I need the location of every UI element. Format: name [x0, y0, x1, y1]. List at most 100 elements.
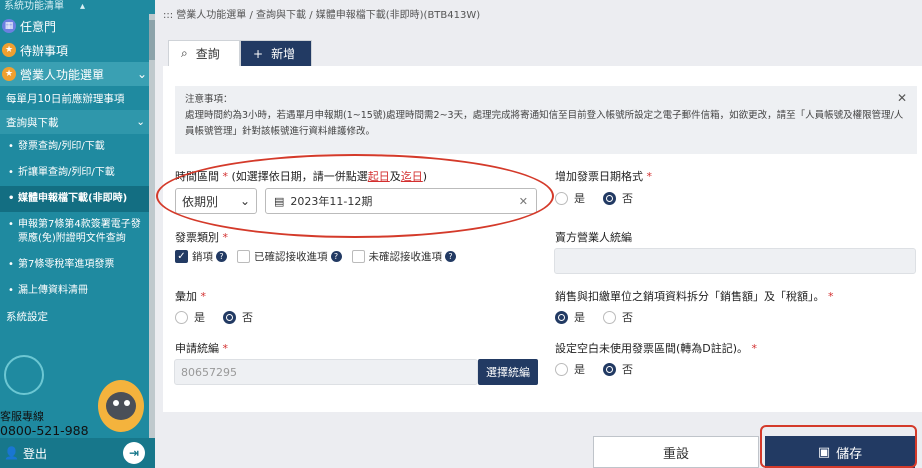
required-mark: *	[219, 342, 228, 355]
mascot-eye	[113, 400, 119, 406]
radio-label: 是	[574, 311, 585, 324]
logout-icon[interactable]: ⇥	[123, 442, 145, 464]
tab-bar: ⌕ 查詢 + 新增	[168, 40, 312, 66]
radio-label: 否	[622, 192, 633, 205]
star-icon: ★	[2, 67, 16, 81]
sidebar-leaf-missing-upload[interactable]: 漏上傳資料清冊	[0, 278, 155, 304]
stack-label: 彙加	[175, 290, 197, 303]
collapse-icon[interactable]: ▴	[80, 0, 85, 14]
help-icon[interactable]: ?	[216, 251, 227, 262]
sidebar-sub-label: 系統設定	[6, 310, 48, 323]
sidebar-leaf-media-file[interactable]: 媒體申報檔下載(非即時)	[0, 186, 155, 212]
hotline: 客服專線 0800-521-988	[0, 410, 89, 438]
highlight-outline	[760, 425, 917, 468]
blank-label: 設定空白未使用發票區間(轉為D註記)。	[555, 342, 749, 355]
unconfirmed-checkbox[interactable]	[351, 250, 365, 263]
split-no-radio[interactable]	[603, 310, 616, 324]
required-mark: *	[197, 290, 206, 303]
blank-yes-radio[interactable]	[555, 362, 568, 376]
invoice-type-label-row: 發票類別 *	[175, 229, 228, 245]
sidebar-sub-monthly[interactable]: 每單月10日前應辦理事項	[0, 86, 155, 110]
split-label-row: 銷售與扣繳單位之銷項資料拆分「銷售額」及「稅額」。 *	[555, 288, 834, 304]
apply-id-label: 申請統編	[175, 342, 219, 355]
sidebar: 系統功能清單 ▴ ▦ 任意門 ★ 待辦事項 ★ 營業人功能選單 ⌄ 每單月10日…	[0, 0, 155, 468]
sidebar-item-label: 任意門	[20, 19, 57, 34]
sidebar-section-label: 營業人功能選單	[20, 67, 105, 82]
add-date-label-row: 增加發票日期格式 *	[555, 168, 652, 184]
logout-label: 登出	[22, 446, 47, 461]
checkbox-label: 已確認接收進項	[254, 251, 328, 263]
radio-label: 是	[574, 192, 585, 205]
mascot-face	[106, 392, 136, 420]
sidebar-sub-query-download[interactable]: 查詢與下載 ⌄	[0, 110, 155, 134]
close-icon[interactable]: ✕	[897, 90, 907, 106]
add-date-label: 增加發票日期格式	[555, 170, 643, 183]
stack-no-radio[interactable]	[223, 310, 236, 324]
split-radio-group: 是 否	[555, 309, 633, 325]
hotline-number: 0800-521-988	[0, 423, 89, 438]
sidebar-leaf-article7[interactable]: 申報第7條第4款簽署電子發票應(免)附證明文件查詢	[0, 212, 155, 252]
chevron-down-icon: ⌄	[136, 116, 145, 128]
sidebar-item-anywhere[interactable]: ▦ 任意門	[0, 14, 155, 38]
sidebar-header: 系統功能清單 ▴	[0, 0, 155, 14]
invoice-type-checks: ✓ 銷項? 已確認接收進項? 未確認接收進項?	[175, 249, 456, 264]
add-date-radio-group: 是 否	[555, 190, 633, 206]
checkbox-label: 銷項	[192, 251, 213, 263]
required-mark: *	[643, 170, 652, 183]
radio-label: 是	[194, 311, 205, 324]
stack-label-row: 彙加 *	[175, 288, 206, 304]
radio-label: 否	[242, 311, 253, 324]
mascot-eye	[124, 400, 130, 406]
sidebar-leaf-invoice[interactable]: 發票查詢/列印/下載	[0, 134, 155, 160]
checkbox-label: 未確認接收進項	[368, 251, 443, 263]
radio-label: 是	[574, 363, 585, 376]
apply-id-input[interactable]: 80657295	[174, 359, 478, 385]
split-yes-radio[interactable]	[555, 310, 568, 324]
sidebar-leaf-zero-tax[interactable]: 第7條零稅率進項發票	[0, 252, 155, 278]
map-icon: ▦	[2, 19, 16, 33]
user-icon: 👤	[4, 446, 19, 460]
hotline-label: 客服專線	[0, 410, 44, 423]
tab-add[interactable]: + 新增	[240, 40, 312, 66]
search-icon: ⌕	[181, 46, 188, 60]
chevron-down-icon: ⌄	[136, 67, 147, 81]
tab-label: 新增	[271, 47, 296, 61]
sidebar-item-todo[interactable]: ★ 待辦事項	[0, 38, 155, 62]
add-date-yes-radio[interactable]	[555, 191, 568, 205]
sidebar-leaf-allowance[interactable]: 折讓單查詢/列印/下載	[0, 160, 155, 186]
blank-no-radio[interactable]	[603, 362, 616, 376]
confirmed-checkbox[interactable]	[237, 250, 250, 263]
add-date-no-radio[interactable]	[603, 191, 616, 205]
notice-title: 注意事項：	[185, 94, 233, 105]
sidebar-sub-label: 查詢與下載	[6, 116, 59, 129]
notice-box: 注意事項： 處理時間約為3小時，若遇單月申報期(1~15號)處理時間需2~3天，…	[175, 86, 917, 154]
breadcrumb: ::: 營業人功能選單 / 查詢與下載 / 媒體申報檔下載(非即時)(BTB41…	[163, 10, 481, 21]
logout-bar[interactable]: 👤 登出 ⇥	[0, 438, 155, 468]
sales-checkbox[interactable]: ✓	[175, 250, 188, 263]
blank-radio-group: 是 否	[555, 361, 633, 377]
tab-label: 查詢	[195, 47, 220, 61]
tab-query[interactable]: ⌕ 查詢	[168, 40, 240, 66]
sidebar-sub-label: 每單月10日前應辦理事項	[6, 92, 125, 105]
help-icon[interactable]: ?	[330, 251, 342, 262]
sidebar-sub-settings[interactable]: 系統設定	[0, 304, 155, 328]
seller-id-input[interactable]	[554, 248, 916, 274]
mascot-image	[98, 380, 144, 432]
radio-label: 否	[622, 363, 633, 376]
help-icon[interactable]: ?	[445, 251, 456, 262]
required-mark: *	[219, 231, 228, 244]
pick-id-button[interactable]: 選擇統編	[478, 359, 538, 385]
plus-icon: +	[253, 46, 264, 61]
sidebar-title: 系統功能清單	[4, 1, 64, 12]
split-label: 銷售與扣繳單位之銷項資料拆分「銷售額」及「稅額」。	[555, 290, 825, 303]
notice-body: 處理時間約為3小時，若遇單月申報期(1~15號)處理時間需2~3天，處理完成將寄…	[185, 110, 904, 137]
star-icon: ★	[2, 43, 16, 57]
reset-button[interactable]: 重設	[593, 436, 759, 468]
apply-id-label-row: 申請統編 *	[175, 340, 228, 356]
radio-label: 否	[622, 311, 633, 324]
sidebar-item-label: 待辦事項	[20, 43, 69, 58]
invoice-type-label: 發票類別	[175, 231, 219, 244]
decoration	[4, 355, 44, 395]
sidebar-section-business[interactable]: ★ 營業人功能選單 ⌄	[0, 62, 155, 86]
stack-yes-radio[interactable]	[175, 310, 188, 324]
